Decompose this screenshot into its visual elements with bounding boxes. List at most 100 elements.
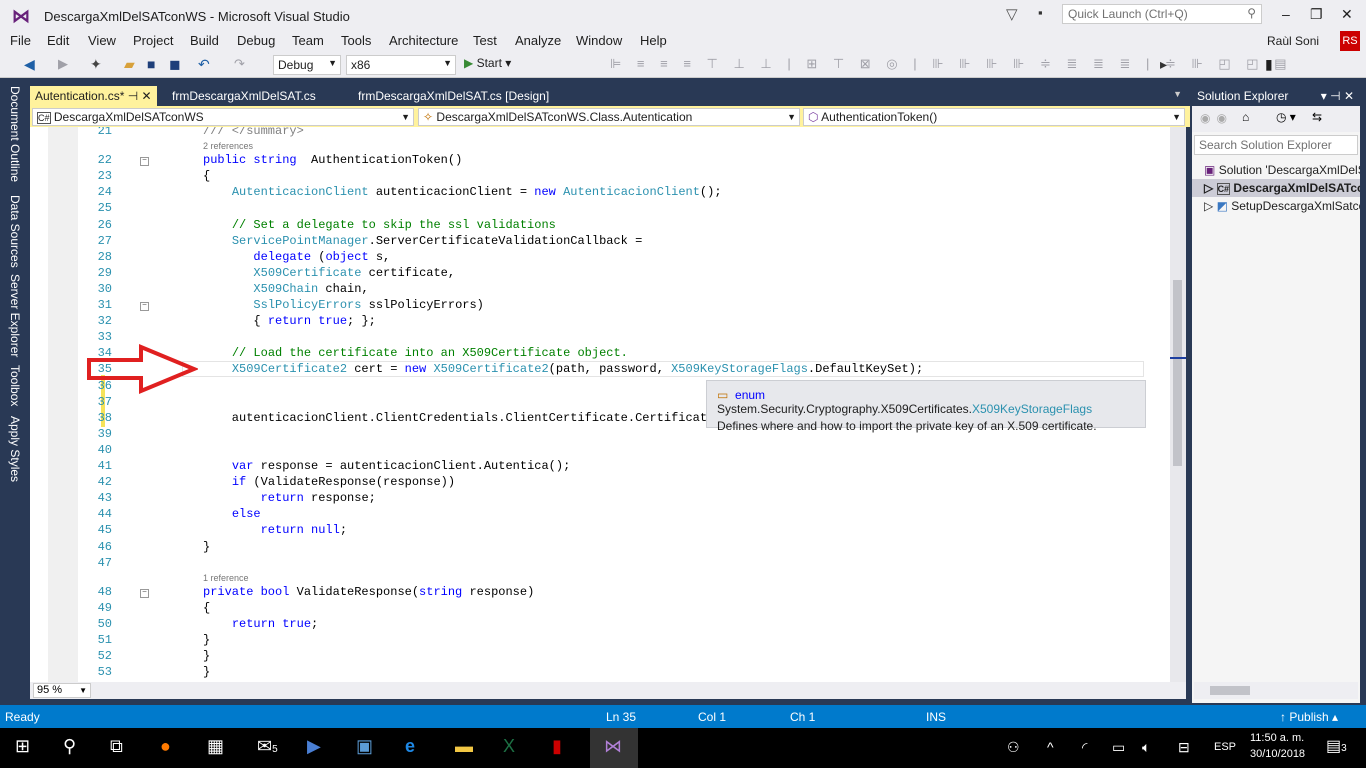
redo-icon[interactable]: ↷ (234, 56, 245, 72)
history-icon[interactable]: ◷ ▾ (1276, 110, 1296, 124)
search-icon[interactable]: ⚲ (63, 736, 76, 757)
battery-icon[interactable]: ▭ (1112, 739, 1125, 756)
csharp-project-icon: C# (1216, 183, 1231, 195)
mail-icon[interactable]: ✉5 (257, 736, 278, 757)
forward-icon[interactable]: ▶ (58, 56, 68, 72)
back-icon[interactable]: ◀ (24, 56, 35, 73)
menu-help[interactable]: Help (640, 33, 667, 48)
member-dropdown[interactable]: ⬡ AuthenticationToken() ▼ (803, 108, 1185, 126)
code-token: cert = (347, 362, 405, 377)
undo-icon[interactable]: ↶ (198, 56, 210, 73)
tab-server-explorer[interactable]: Server Explorer (8, 274, 22, 357)
acrobat-icon[interactable]: ▮ (552, 736, 562, 757)
home-icon[interactable]: ⌂ (1242, 110, 1249, 124)
menu-team[interactable]: Team (292, 33, 324, 48)
code-token: .ServerCertificateValidationCallback = (368, 233, 643, 248)
se-back-forward-icon[interactable]: ◉◉ (1200, 111, 1233, 125)
clock-date[interactable]: 30/10/2018 (1250, 748, 1305, 760)
volume-icon[interactable]: 🔈︎ (1142, 739, 1150, 756)
menu-test[interactable]: Test (473, 33, 497, 48)
tray-chevron-icon[interactable]: ^ (1047, 739, 1054, 755)
se-horizontal-scrollbar[interactable] (1194, 682, 1358, 699)
notifications-icon[interactable]: ▤3 (1326, 736, 1347, 756)
codelens-references[interactable]: 1 reference (203, 573, 249, 583)
close-button[interactable]: ✕ (1341, 6, 1353, 23)
zoom-dropdown[interactable]: 95 % ▼ (33, 683, 91, 698)
close-tab-icon[interactable]: ✕ (142, 89, 152, 103)
menu-window[interactable]: Window (576, 33, 622, 48)
tab-apply-styles[interactable]: Apply Styles (8, 416, 22, 482)
user-name[interactable]: Raùl Soni (1267, 34, 1319, 48)
menu-analyze[interactable]: Analyze (515, 33, 561, 48)
menu-debug[interactable]: Debug (237, 33, 275, 48)
tree-item-project[interactable]: ▷ C# DescargaXmlDelSATconWS (1192, 179, 1360, 197)
visual-studio-taskbar-button[interactable]: ⋈ (590, 728, 638, 768)
collapse-toggle-icon[interactable]: − (140, 157, 149, 167)
tab-document-outline[interactable]: Document Outline (8, 86, 22, 182)
tab-autentication-cs[interactable]: Autentication.cs* ⊣ ✕ (30, 86, 157, 106)
windows-start-icon[interactable]: ⊞ (15, 736, 30, 757)
menu-build[interactable]: Build (190, 33, 219, 48)
tab-toolbox[interactable]: Toolbox (8, 365, 22, 406)
menu-project[interactable]: Project (133, 33, 173, 48)
menu-tools[interactable]: Tools (341, 33, 371, 48)
filter-icon[interactable]: ▽ (1006, 5, 1018, 23)
minimize-button[interactable]: – (1282, 6, 1290, 22)
clock-time[interactable]: 11:50 a. m. (1250, 732, 1304, 744)
language-indicator[interactable]: ESP (1214, 741, 1236, 753)
edge-icon[interactable]: e (405, 736, 415, 757)
remote-desktop-icon[interactable]: ▣ (356, 736, 373, 757)
nav-icon[interactable]: ▸ (1160, 56, 1167, 73)
tab-frm-cs[interactable]: frmDescargaXmlDelSAT.cs (167, 86, 321, 106)
open-folder-icon[interactable]: ▰ (124, 56, 135, 73)
excel-icon[interactable]: X (503, 736, 515, 757)
tab-frm-design[interactable]: frmDescargaXmlDelSAT.cs [Design] (353, 86, 554, 106)
publish-button[interactable]: ↑ Publish ▴ (1280, 710, 1338, 724)
task-view-icon[interactable]: ⧉ (110, 736, 123, 757)
menu-edit[interactable]: Edit (47, 33, 69, 48)
class-dropdown[interactable]: ✧ DescargaXmlDelSATconWS.Class.Autentica… (418, 108, 800, 126)
line-number: 38 (97, 410, 112, 425)
tooltip-type-link[interactable]: X509KeyStorageFlags (972, 402, 1092, 416)
solution-search-input[interactable]: Search Solution Explorer (1194, 135, 1358, 155)
code-token: } (203, 539, 211, 554)
avatar[interactable]: RS (1340, 31, 1360, 51)
people-icon[interactable]: ⚇ (1007, 739, 1020, 756)
scrollbar-thumb[interactable] (1173, 280, 1182, 466)
code-token: (path, password, (548, 362, 672, 377)
feedback-icon[interactable]: ▪ (1038, 5, 1043, 20)
platform-select[interactable]: x86 ▼ (346, 55, 456, 75)
keyboard-icon[interactable]: ⊟ (1178, 739, 1190, 756)
menu-file[interactable]: File (10, 33, 31, 48)
tab-data-sources[interactable]: Data Sources (8, 195, 22, 268)
horizontal-scrollbar[interactable] (30, 682, 1186, 699)
menu-architecture[interactable]: Architecture (389, 33, 458, 48)
window-title: DescargaXmlDelSATconWS - Microsoft Visua… (44, 9, 350, 24)
new-project-icon[interactable]: ✦ (90, 56, 102, 73)
configuration-select[interactable]: Debug ▼ (273, 55, 341, 75)
panel-controls-icon[interactable]: ▾ ⊣ ✕ (1321, 89, 1354, 103)
collapse-toggle-icon[interactable]: − (140, 302, 149, 311)
sync-icon[interactable]: ⇆ (1312, 110, 1322, 124)
pin-icon[interactable]: ⊣ (128, 89, 138, 103)
codelens-references[interactable]: 2 references (203, 141, 253, 151)
tab-overflow-icon[interactable]: ▼ (1173, 89, 1182, 99)
save-icon[interactable]: ■ (147, 56, 155, 72)
project-dropdown[interactable]: C# DescargaXmlDelSATconWS ▼ (32, 108, 414, 126)
collapse-toggle-icon[interactable]: − (140, 588, 149, 598)
tree-item-setup[interactable]: ▷ ◩ SetupDescargaXmlSatconWS (1192, 197, 1360, 215)
menu-view[interactable]: View (88, 33, 116, 48)
media-player-icon[interactable]: ▶ (307, 736, 321, 757)
store-icon[interactable]: ▦ (207, 736, 224, 757)
tree-item-solution[interactable]: ▣ Solution 'DescargaXmlDelSATconWS' (1192, 161, 1360, 179)
start-button[interactable]: ▶ Start ▾ (464, 56, 511, 70)
bookmark-icon[interactable]: ▮ (1265, 56, 1273, 73)
file-explorer-icon[interactable]: ▬ (455, 736, 473, 757)
status-ready: Ready (5, 710, 40, 724)
quick-launch-input[interactable]: Quick Launch (Ctrl+Q) ⚲ (1062, 4, 1262, 24)
wifi-icon[interactable]: ◜ (1082, 739, 1087, 756)
firefox-icon[interactable]: ● (160, 736, 171, 757)
save-all-icon[interactable]: ◼ (169, 56, 181, 73)
restore-button[interactable]: ❐ (1310, 6, 1323, 23)
